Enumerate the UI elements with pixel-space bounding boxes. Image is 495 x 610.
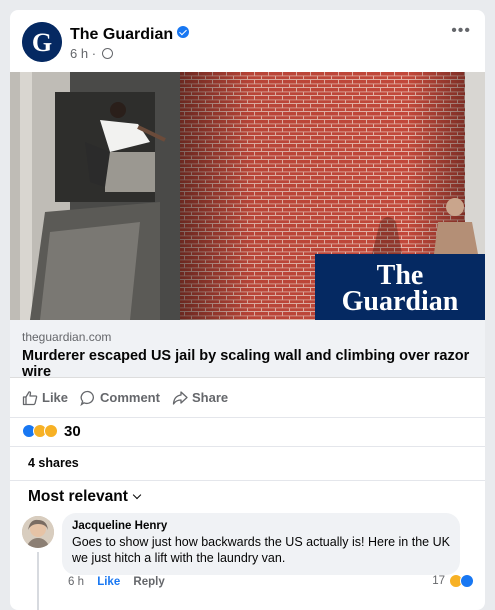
comment-thread-line: [37, 552, 39, 610]
comment-author[interactable]: Jacqueline Henry: [72, 520, 450, 532]
divider: [10, 480, 485, 481]
chevron-down-icon: [132, 490, 142, 500]
page-name-text[interactable]: The Guardian: [70, 26, 173, 43]
post-card: G The Guardian 6 h · ••• The Guardian th…: [10, 10, 485, 610]
like-label: Like: [42, 390, 69, 405]
comment-sort-label: Most relevant: [28, 488, 128, 505]
comment-time[interactable]: 6 h: [68, 576, 84, 588]
comment-bubble: Jacqueline Henry Goes to show just how b…: [62, 513, 460, 575]
comment-text: Goes to show just how backwards the US a…: [72, 535, 450, 565]
page-name[interactable]: The Guardian: [70, 26, 190, 44]
like-reaction-icon: [460, 574, 474, 588]
comment-button[interactable]: Comment: [80, 390, 160, 407]
divider: [10, 446, 485, 447]
comment-meta: 6 h Like Reply: [68, 576, 175, 588]
comment-reply-button[interactable]: Reply: [133, 576, 164, 588]
avatar[interactable]: [22, 516, 54, 548]
comment-reactions[interactable]: 17: [432, 574, 474, 588]
comment-like-button[interactable]: Like: [97, 576, 120, 588]
shares-count[interactable]: 4 shares: [28, 456, 79, 470]
like-button[interactable]: Like: [22, 390, 68, 406]
thumbs-up-icon: [22, 391, 38, 406]
post-header: G The Guardian 6 h · •••: [10, 10, 485, 72]
svg-text:G: G: [32, 28, 52, 57]
reaction-count: 30: [64, 422, 81, 440]
link-headline[interactable]: Murderer escaped US jail by scaling wall…: [22, 348, 485, 380]
post-meta: 6 h ·: [70, 46, 113, 61]
verified-badge-icon: [177, 26, 190, 38]
post-actions: Like Comment Share: [10, 378, 485, 418]
post-time[interactable]: 6 h: [70, 46, 88, 61]
more-options-button[interactable]: •••: [451, 22, 471, 40]
globe-icon: [101, 48, 113, 59]
haha-reaction-icon: [44, 424, 58, 438]
comment-icon: [80, 390, 94, 407]
comment-label: Comment: [100, 390, 160, 405]
share-icon: [172, 391, 188, 405]
comment-reaction-count: 17: [432, 575, 445, 587]
comment-sort-dropdown[interactable]: Most relevant: [28, 488, 142, 506]
link-preview-image[interactable]: The Guardian: [10, 72, 485, 320]
reaction-summary[interactable]: 30: [22, 416, 81, 446]
share-button[interactable]: Share: [172, 390, 228, 406]
page-avatar[interactable]: G: [22, 22, 62, 62]
link-preview[interactable]: theguardian.com Murderer escaped US jail…: [10, 320, 485, 380]
share-label: Share: [192, 390, 229, 405]
watermark-guardian: Guardian: [342, 286, 459, 317]
link-domain: theguardian.com: [22, 330, 112, 344]
